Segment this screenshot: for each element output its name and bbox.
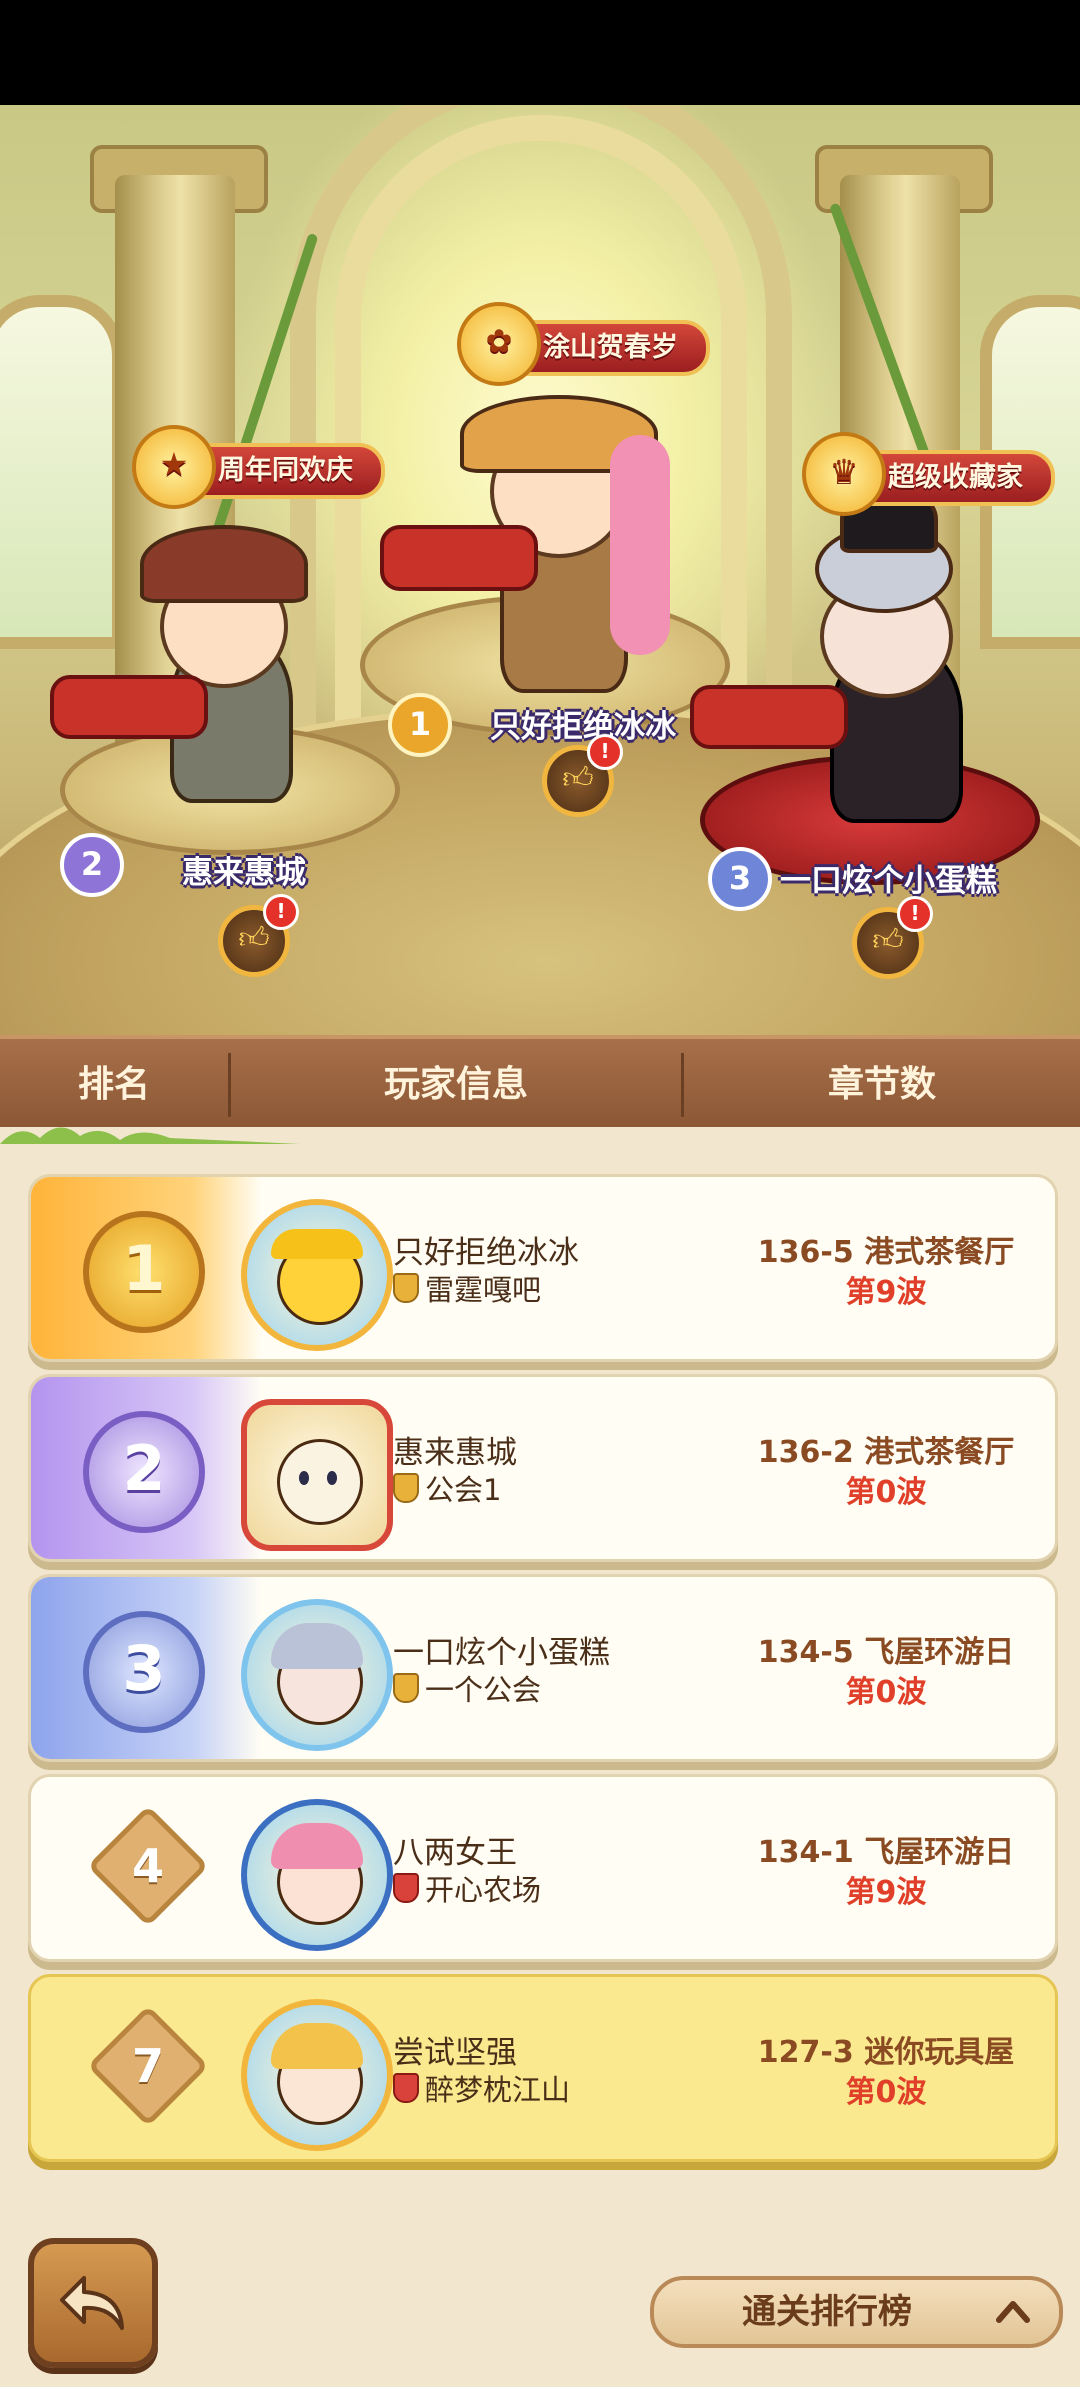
anniversary-cake-icon: ★: [132, 425, 216, 509]
guild-banner-icon: [393, 2073, 419, 2103]
guild-name: 公会1: [393, 1467, 501, 1509]
chapter-progress: 136-2 港式茶餐厅: [757, 1435, 1015, 1470]
podium-rank-first: 1: [388, 693, 452, 757]
thumbs-up-icon: 👍︎: [238, 921, 270, 956]
guild-shield-icon: [393, 1673, 419, 1703]
thumbs-up-icon: 👍︎: [562, 761, 594, 796]
clear-leaderboard-tab[interactable]: 通关排行榜: [650, 2276, 1063, 2348]
podium-name-second: 惠来惠城: [182, 855, 306, 891]
like-button-third[interactable]: 👍︎!: [852, 896, 933, 979]
leaderboard-row[interactable]: 4 八两女王 开心农场 134-1 飞屋环游日 第9波: [28, 1774, 1058, 1962]
player-name: 尝试坚强: [393, 2035, 517, 2071]
guild-shield-icon: [393, 1273, 419, 1303]
notification-dot: !: [263, 894, 299, 930]
trophy-emblem-icon: ♛: [802, 432, 886, 516]
podium-scene: ✿ 涂山贺春岁 ★ 周年同欢庆 ♛ 超级收藏家 1 只好拒绝冰冰 2 惠来惠城 …: [0, 105, 1080, 1035]
leaderboard-header: 排名 玩家信息 章节数: [0, 1035, 1080, 1131]
player-avatar[interactable]: [241, 1999, 393, 2151]
header-chapter: 章节数: [827, 1064, 936, 1105]
player-name: 一口炫个小蛋糕: [393, 1635, 610, 1671]
guild-name: 醉梦枕江山: [393, 2067, 570, 2109]
thumbs-up-icon: 👍︎: [872, 923, 904, 958]
chapter-progress: 134-1 飞屋环游日: [757, 1835, 1015, 1870]
guild-banner-icon: [393, 1873, 419, 1903]
character-second[interactable]: [50, 495, 360, 803]
title-badge-first: ✿ 涂山贺春岁: [457, 302, 710, 386]
tab-label: 通关排行榜: [742, 2292, 912, 2332]
like-button-second[interactable]: 👍︎!: [218, 894, 299, 977]
status-bar: [0, 0, 1080, 105]
fox-girl-emblem-icon: ✿: [457, 302, 541, 386]
wave-count: 第9波: [845, 1275, 927, 1310]
rank-diamond-icon: 7: [53, 2001, 223, 2135]
player-name: 八两女王: [393, 1835, 517, 1871]
leaderboard-row[interactable]: 2 惠来惠城 公会1 136-2 港式茶餐厅 第0波: [28, 1374, 1058, 1562]
leaderboard-row-self[interactable]: 7 尝试坚强 醉梦枕江山 127-3 迷你玩具屋 第0波: [28, 1974, 1058, 2162]
chevron-up-icon: [996, 2301, 1030, 2323]
guild-name: 雷霆嘎吧: [393, 1267, 541, 1309]
leaderboard-row[interactable]: 1 只好拒绝冰冰 雷霆嘎吧 136-5 港式茶餐厅 第9波: [28, 1174, 1058, 1362]
guild-name: 开心农场: [393, 1867, 541, 1909]
wave-count: 第0波: [845, 1475, 927, 1510]
player-name: 惠来惠城: [393, 1435, 517, 1471]
silver-medal-icon: 2: [53, 1401, 223, 1535]
title-badge-third: ♛ 超级收藏家: [802, 432, 1055, 516]
podium-name-first: 只好拒绝冰冰: [490, 709, 676, 745]
guild-name: 一个公会: [393, 1667, 541, 1709]
podium-rank-third: 3: [708, 847, 772, 911]
character-third[interactable]: [690, 485, 1020, 823]
chapter-progress: 134-5 飞屋环游日: [757, 1635, 1015, 1670]
leaderboard-row[interactable]: 3 一口炫个小蛋糕 一个公会 134-5 飞屋环游日 第0波: [28, 1574, 1058, 1762]
player-name: 只好拒绝冰冰: [393, 1235, 579, 1271]
character-first[interactable]: [380, 355, 710, 695]
player-avatar[interactable]: [241, 1199, 393, 1351]
title-badge-second: ★ 周年同欢庆: [132, 425, 385, 509]
back-button[interactable]: [28, 2238, 158, 2368]
wave-count: 第0波: [845, 2075, 927, 2110]
wave-count: 第0波: [845, 1675, 927, 1710]
chapter-progress: 127-3 迷你玩具屋: [757, 2035, 1015, 2070]
podium-name-third: 一口炫个小蛋糕: [780, 863, 997, 899]
player-avatar[interactable]: [241, 1799, 393, 1951]
guild-shield-icon: [393, 1473, 419, 1503]
notification-dot: !: [897, 896, 933, 932]
back-arrow-icon: [60, 2276, 124, 2330]
gold-medal-icon: 1: [53, 1201, 223, 1335]
bronze-medal-icon: 3: [53, 1601, 223, 1735]
podium-rank-second: 2: [60, 833, 124, 897]
rank-diamond-icon: 4: [53, 1801, 223, 1935]
wave-count: 第9波: [845, 1875, 927, 1910]
player-avatar[interactable]: [241, 1399, 393, 1551]
grass-decoration: [0, 1127, 300, 1144]
chapter-progress: 136-5 港式茶餐厅: [757, 1235, 1015, 1270]
like-button-first[interactable]: 👍︎!: [542, 734, 623, 817]
notification-dot: !: [587, 734, 623, 770]
player-avatar[interactable]: [241, 1599, 393, 1751]
